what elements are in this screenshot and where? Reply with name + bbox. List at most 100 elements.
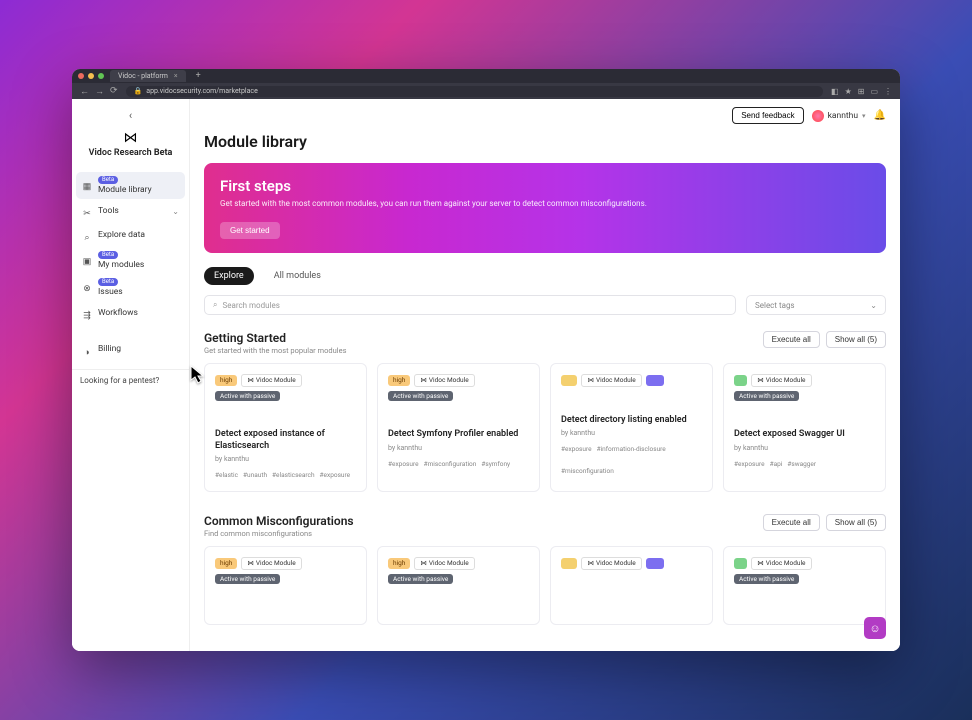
sidebar-back[interactable]: ‹ (72, 107, 189, 130)
module-type-pill: ⋈ Vidoc Module (241, 557, 301, 570)
module-card[interactable]: high ⋈ Vidoc Module Active with passive … (204, 363, 367, 492)
tab-explore[interactable]: Explore (204, 267, 254, 285)
new-tab-button[interactable]: + (192, 71, 205, 81)
hero-banner: First steps Get started with the most co… (204, 163, 886, 253)
beta-badge: Beta (98, 176, 118, 184)
card-grid: high ⋈ Vidoc Module Active with passive … (204, 546, 886, 625)
tag[interactable]: #misconfiguration (561, 467, 614, 475)
card-tags: #exposure #api #swagger (734, 460, 875, 468)
beta-badge: Beta (98, 278, 118, 286)
topbar: Send feedback kannthu ▾ 🔔 (190, 99, 900, 132)
browser-nav-buttons: ← → ⟳ (80, 86, 118, 97)
execute-all-button[interactable]: Execute all (763, 331, 820, 348)
tag[interactable]: #exposure (388, 460, 419, 468)
url-bar[interactable]: 🔒 app.vidocsecurity.com/marketplace (126, 86, 823, 97)
severity-badge (561, 375, 577, 386)
mode-pill: Active with passive (734, 391, 799, 402)
module-card[interactable]: ⋈ Vidoc Module Active with passive Detec… (723, 363, 886, 492)
window-close[interactable] (78, 73, 84, 79)
brand-text: Vidoc Research Beta (89, 148, 173, 158)
mode-pill: Active with passive (215, 391, 280, 402)
support-chat-button[interactable]: ☺ (864, 617, 886, 639)
section-subtitle: Get started with the most popular module… (204, 346, 346, 355)
get-started-button[interactable]: Get started (220, 222, 280, 239)
nav-reload-icon[interactable]: ⟳ (110, 86, 118, 97)
user-menu[interactable]: kannthu ▾ (812, 110, 866, 122)
send-feedback-button[interactable]: Send feedback (732, 107, 803, 124)
card-author: by kannthu (215, 455, 356, 463)
sidebar-item-workflows[interactable]: ⇶ Workflows (76, 301, 185, 325)
sidebar-item-tools[interactable]: ✂ Tools ⌄ (76, 199, 185, 223)
chat-icon: ☺ (869, 622, 880, 635)
brand[interactable]: ⋈ Vidoc Research Beta (72, 130, 189, 172)
sidebar-item-billing[interactable]: ◑ Billing (76, 337, 185, 361)
close-tab-icon[interactable]: × (174, 72, 178, 80)
mode-pill: Active with passive (215, 574, 280, 585)
browser-menu-icon[interactable]: ⋮ (884, 87, 892, 96)
tag[interactable]: #information-disclosure (597, 445, 666, 453)
nav-back-icon[interactable]: ← (80, 86, 89, 97)
module-card[interactable]: ⋈ Vidoc Module Detect directory listing … (550, 363, 713, 492)
execute-all-button[interactable]: Execute all (763, 514, 820, 531)
module-type-pill: ⋈ Vidoc Module (581, 374, 641, 387)
browser-extension-icons: ◧ ★ ⊞ ▭ ⋮ (831, 87, 892, 96)
module-type-pill: ⋈ Vidoc Module (751, 557, 811, 570)
tag[interactable]: #swagger (787, 460, 816, 468)
show-all-button[interactable]: Show all (5) (826, 331, 886, 348)
mode-pill: Active with passive (388, 574, 453, 585)
module-card[interactable]: high ⋈ Vidoc Module Active with passive (377, 546, 540, 625)
sidebar-item-my-modules[interactable]: ▣ Beta My modules (76, 247, 185, 274)
sidebar-item-explore-data[interactable]: ⌕ Explore data (76, 223, 185, 247)
section-getting-started: Getting Started Get started with the mos… (204, 331, 886, 492)
modules-icon: ▣ (82, 257, 92, 267)
page-content: First steps Get started with the most co… (190, 163, 900, 651)
tag[interactable]: #exposure (561, 445, 592, 453)
card-author: by kannthu (388, 444, 529, 452)
sidebar: ‹ ⋈ Vidoc Research Beta ▦ Beta Module li… (72, 99, 190, 651)
module-card[interactable]: ⋈ Vidoc Module (550, 546, 713, 625)
sidebar-item-label: Billing (98, 344, 121, 354)
hero-subtitle: Get started with the most common modules… (220, 199, 870, 208)
ext-icon-1[interactable]: ◧ (831, 87, 839, 96)
sidebar-item-label: Workflows (98, 308, 138, 318)
tag[interactable]: #misconfiguration (424, 460, 477, 468)
bell-icon[interactable]: 🔔 (874, 110, 886, 121)
severity-badge (561, 558, 577, 569)
lock-icon: 🔒 (134, 87, 143, 95)
tag[interactable]: #elasticsearch (272, 471, 315, 479)
search-placeholder: Search modules (222, 301, 279, 310)
module-card[interactable]: high ⋈ Vidoc Module Active with passive … (377, 363, 540, 492)
browser-tab[interactable]: Vidoc - platform × (110, 70, 186, 82)
window-minimize[interactable] (88, 73, 94, 79)
tag[interactable]: #unauth (243, 471, 267, 479)
section-subtitle: Find common misconfigurations (204, 529, 354, 538)
card-author: by kannthu (734, 444, 875, 452)
ext-icon-3[interactable]: ⊞ (858, 87, 865, 96)
tab-all-modules[interactable]: All modules (264, 267, 331, 285)
tag[interactable]: #exposure (320, 471, 351, 479)
chevron-down-icon: ▾ (862, 112, 866, 120)
card-grid: high ⋈ Vidoc Module Active with passive … (204, 363, 886, 492)
module-card[interactable]: high ⋈ Vidoc Module Active with passive (204, 546, 367, 625)
grid-icon: ▦ (82, 182, 92, 192)
search-input[interactable]: ⌕ Search modules (204, 295, 736, 315)
mode-pill (646, 558, 664, 569)
tag[interactable]: #elastic (215, 471, 238, 479)
ext-icon-2[interactable]: ★ (845, 87, 852, 96)
tag[interactable]: #api (770, 460, 783, 468)
nav-forward-icon[interactable]: → (95, 86, 104, 97)
show-all-button[interactable]: Show all (5) (826, 514, 886, 531)
sidebar-footer-link[interactable]: Looking for a pentest? (72, 369, 189, 391)
card-tags: #exposure #information-disclosure (561, 445, 702, 453)
workflow-icon: ⇶ (82, 311, 92, 321)
sidebar-item-module-library[interactable]: ▦ Beta Module library (76, 172, 185, 199)
tag[interactable]: #exposure (734, 460, 765, 468)
module-card[interactable]: ⋈ Vidoc Module Active with passive (723, 546, 886, 625)
window-maximize[interactable] (98, 73, 104, 79)
tag[interactable]: #symfony (481, 460, 510, 468)
ext-icon-4[interactable]: ▭ (870, 87, 878, 96)
browser-tab-strip: Vidoc - platform × + (72, 69, 900, 83)
tag-select[interactable]: Select tags ⌄ (746, 295, 886, 315)
sidebar-item-issues[interactable]: ⊗ Beta Issues (76, 274, 185, 301)
search-icon: ⌕ (213, 300, 217, 310)
